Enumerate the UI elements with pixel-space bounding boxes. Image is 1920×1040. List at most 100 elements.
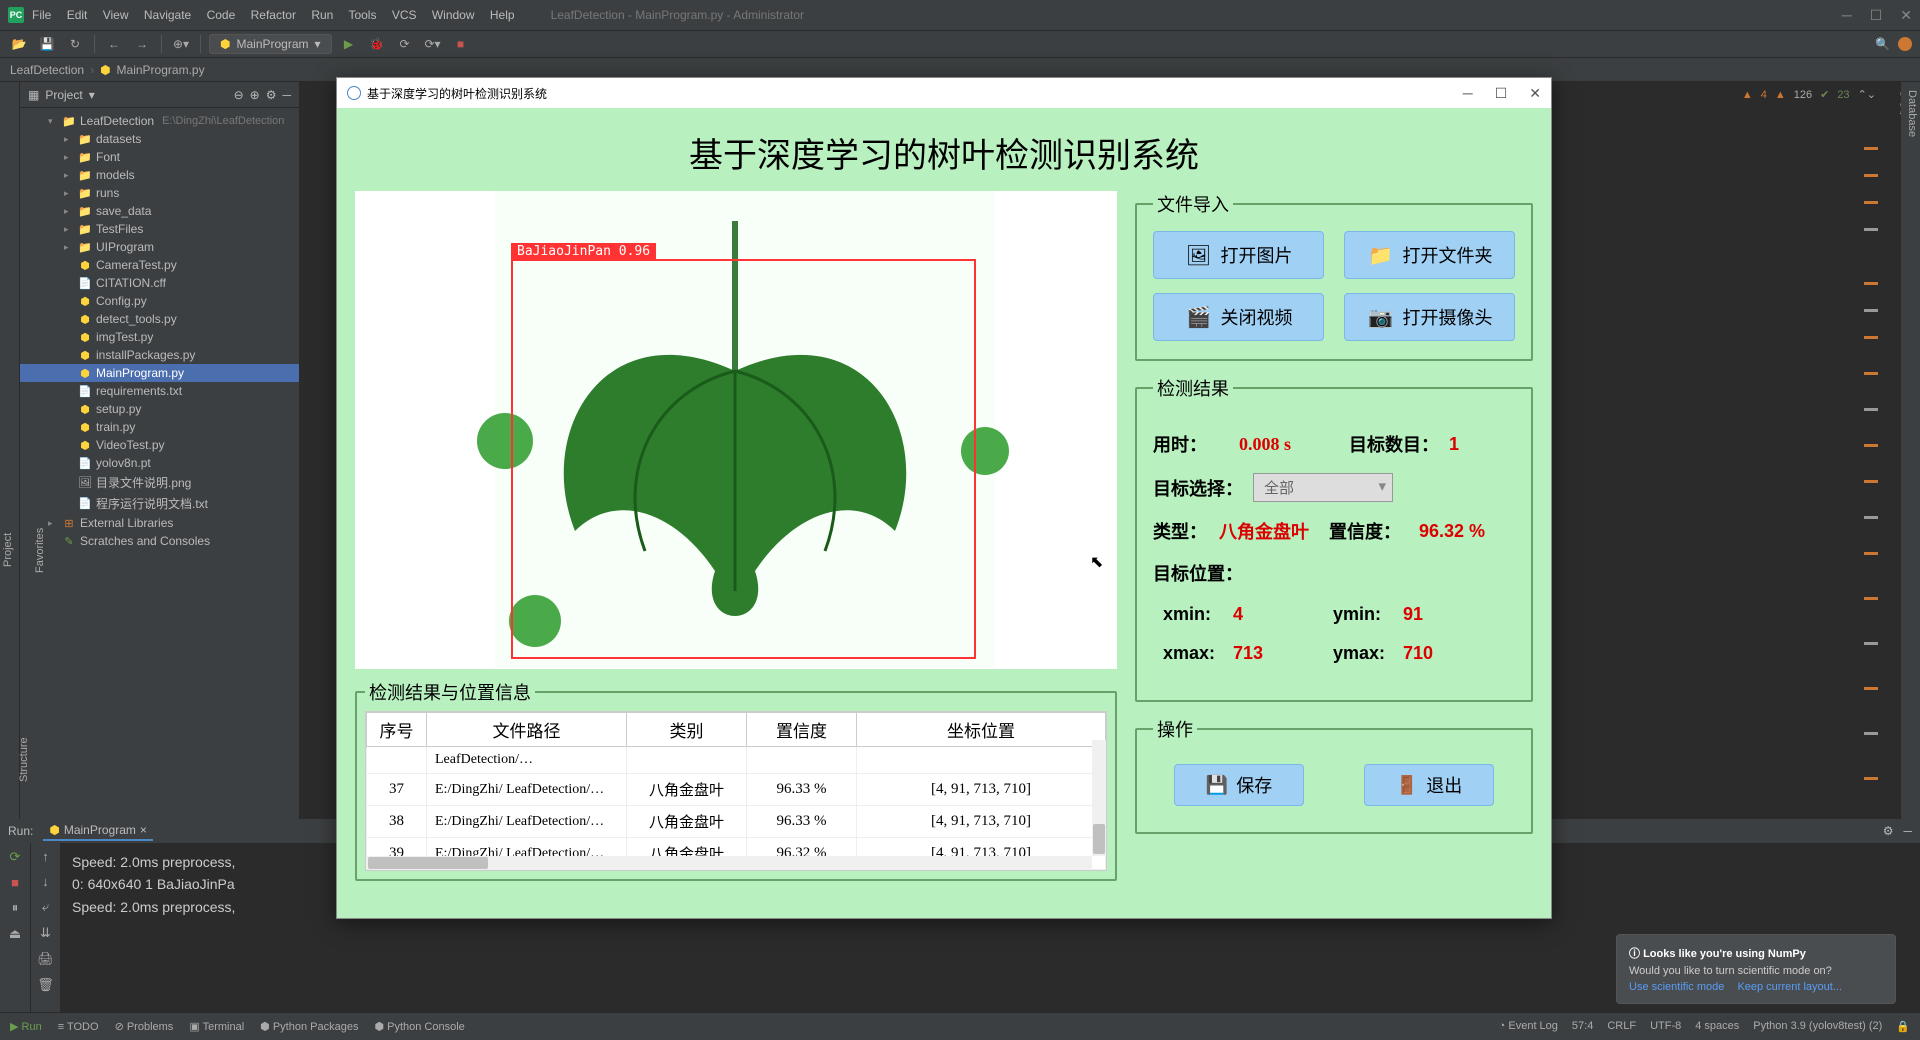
- tree-file[interactable]: ⬢installPackages.py: [20, 346, 299, 364]
- table-scrollbar-horizontal[interactable]: [366, 856, 1092, 870]
- menu-navigate[interactable]: Navigate: [144, 8, 191, 22]
- tree-file-selected[interactable]: ⬢MainProgram.py: [20, 364, 299, 382]
- terminal-button[interactable]: ▣ Terminal: [189, 1020, 244, 1033]
- todo-button[interactable]: ≡ TODO: [58, 1021, 99, 1033]
- hide-icon[interactable]: ─: [282, 88, 291, 102]
- stop-icon[interactable]: ■: [450, 34, 472, 54]
- results-table[interactable]: 序号 文件路径 类别 置信度 坐标位置 LeafDetection/… 37: [366, 712, 1106, 870]
- maximize-icon[interactable]: ☐: [1870, 7, 1883, 24]
- tree-root[interactable]: ▾📁 LeafDetection E:\DingZhi\LeafDetectio…: [20, 112, 299, 130]
- table-row[interactable]: 38 E:/DingZhi/ LeafDetection/… 八角金盘叶 96.…: [367, 806, 1106, 838]
- python-console-button[interactable]: ⬢ Python Console: [374, 1020, 464, 1033]
- breadcrumb-root[interactable]: LeafDetection: [10, 63, 84, 77]
- status-position[interactable]: 57:4: [1572, 1020, 1593, 1033]
- search-icon[interactable]: 🔍: [1875, 37, 1890, 51]
- scroll-icon[interactable]: ⇊: [40, 925, 51, 941]
- wrap-icon[interactable]: ⤶: [42, 899, 49, 915]
- python-packages-button[interactable]: ⬢ Python Packages: [260, 1020, 358, 1033]
- forward-icon[interactable]: →: [131, 34, 153, 54]
- tree-folder[interactable]: ▸📁models: [20, 166, 299, 184]
- run-tab-active[interactable]: ⬢ MainProgram ×: [43, 821, 153, 841]
- menu-edit[interactable]: Edit: [67, 8, 88, 22]
- tree-folder[interactable]: ▸📁UIProgram: [20, 238, 299, 256]
- avatar-icon[interactable]: [1898, 37, 1912, 51]
- notif-link-keep[interactable]: Keep current layout...: [1737, 981, 1842, 993]
- editor-inspections[interactable]: ▲4 ▲126 ✔23 ⌃⌄: [1742, 88, 1876, 101]
- status-indent[interactable]: 4 spaces: [1695, 1020, 1739, 1033]
- tree-file[interactable]: ⬢detect_tools.py: [20, 310, 299, 328]
- profile-icon[interactable]: ⟳▾: [422, 34, 444, 54]
- up-icon[interactable]: ↑: [42, 849, 49, 864]
- minimize-icon[interactable]: ─: [1842, 7, 1852, 24]
- close-tab-icon[interactable]: ×: [140, 823, 147, 837]
- tree-file[interactable]: ⬢train.py: [20, 418, 299, 436]
- menu-tools[interactable]: Tools: [348, 8, 376, 22]
- menu-window[interactable]: Window: [432, 8, 475, 22]
- open-camera-button[interactable]: 📷 打开摄像头: [1344, 293, 1515, 341]
- tree-folder[interactable]: ▸📁TestFiles: [20, 220, 299, 238]
- chevron-updown-icon[interactable]: ⌃⌄: [1858, 88, 1876, 101]
- run-icon[interactable]: ▶: [338, 34, 360, 54]
- collapse-icon[interactable]: ⊖: [234, 88, 244, 102]
- tree-file[interactable]: ⬢Config.py: [20, 292, 299, 310]
- chevron-down-icon[interactable]: ▾: [89, 88, 95, 102]
- open-image-button[interactable]: 🖼 打开图片: [1153, 231, 1324, 279]
- menu-code[interactable]: Code: [207, 8, 236, 22]
- app-minimize-icon[interactable]: ─: [1463, 85, 1473, 102]
- tree-file[interactable]: 📄CITATION.cff: [20, 274, 299, 292]
- back-icon[interactable]: ←: [103, 34, 125, 54]
- coverage-icon[interactable]: ⟳: [394, 34, 416, 54]
- tree-file[interactable]: ⬢imgTest.py: [20, 328, 299, 346]
- menu-run[interactable]: Run: [311, 8, 333, 22]
- print-icon[interactable]: 🖨: [37, 951, 54, 967]
- app-maximize-icon[interactable]: ☐: [1495, 85, 1508, 102]
- close-icon[interactable]: ✕: [1900, 7, 1912, 24]
- tree-file[interactable]: 🖼目录文件说明.png: [20, 472, 299, 493]
- app-close-icon[interactable]: ✕: [1529, 85, 1541, 102]
- tree-file[interactable]: ⬢CameraTest.py: [20, 256, 299, 274]
- tree-file[interactable]: 📄程序运行说明文档.txt: [20, 493, 299, 514]
- event-log-button[interactable]: ◔ Event Log: [1499, 1020, 1558, 1033]
- save-button[interactable]: 💾 保存: [1174, 764, 1304, 806]
- table-header[interactable]: 文件路径: [427, 713, 627, 747]
- down-icon[interactable]: ↓: [42, 874, 49, 889]
- lock-icon[interactable]: 🔒: [1896, 1020, 1910, 1033]
- table-scrollbar-vertical[interactable]: [1092, 740, 1106, 856]
- exit-icon[interactable]: ⏏: [9, 926, 21, 942]
- rerun-icon[interactable]: ⟳: [10, 849, 21, 865]
- tree-file[interactable]: ⬢VideoTest.py: [20, 436, 299, 454]
- table-row-partial[interactable]: LeafDetection/…: [367, 747, 1106, 774]
- table-header[interactable]: 坐标位置: [857, 713, 1106, 747]
- tree-folder[interactable]: ▸📁Font: [20, 148, 299, 166]
- run-button[interactable]: ▶ Run: [10, 1020, 42, 1033]
- minimize-panel-icon[interactable]: ─: [1903, 824, 1912, 838]
- menu-vcs[interactable]: VCS: [392, 8, 417, 22]
- table-row[interactable]: 37 E:/DingZhi/ LeafDetection/… 八角金盘叶 96.…: [367, 774, 1106, 806]
- exit-button[interactable]: 🚪 退出: [1364, 764, 1494, 806]
- tree-file[interactable]: 📄requirements.txt: [20, 382, 299, 400]
- tree-external-libs[interactable]: ▸⊞External Libraries: [20, 514, 299, 532]
- problems-button[interactable]: ⊘ Problems: [115, 1020, 174, 1033]
- status-encoding[interactable]: UTF-8: [1650, 1020, 1681, 1033]
- status-interpreter[interactable]: Python 3.9 (yolov8test) (2): [1753, 1020, 1882, 1033]
- table-header[interactable]: 置信度: [747, 713, 857, 747]
- tree-file[interactable]: ⬢setup.py: [20, 400, 299, 418]
- tree-folder[interactable]: ▸📁runs: [20, 184, 299, 202]
- debug-icon[interactable]: 🐞: [366, 34, 388, 54]
- status-eol[interactable]: CRLF: [1607, 1020, 1636, 1033]
- tree-file[interactable]: 📄yolov8n.pt: [20, 454, 299, 472]
- menu-refactor[interactable]: Refactor: [251, 8, 296, 22]
- open-folder-button[interactable]: 📁 打开文件夹: [1344, 231, 1515, 279]
- tree-folder[interactable]: ▸📁save_data: [20, 202, 299, 220]
- menu-help[interactable]: Help: [490, 8, 515, 22]
- breadcrumb-file[interactable]: MainProgram.py: [117, 63, 205, 77]
- run-config-selector[interactable]: ⬢ MainProgram ▾: [209, 34, 332, 54]
- notif-link-scientific[interactable]: Use scientific mode: [1629, 981, 1724, 993]
- pause-icon[interactable]: ⏸: [12, 900, 19, 916]
- add-config-icon[interactable]: ⊕▾: [170, 34, 192, 54]
- tree-scratches[interactable]: ✎Scratches and Consoles: [20, 532, 299, 550]
- settings-icon[interactable]: ⚙: [266, 88, 277, 102]
- menu-file[interactable]: File: [32, 8, 51, 22]
- stop-icon[interactable]: ■: [11, 875, 19, 890]
- open-icon[interactable]: 📂: [8, 34, 30, 54]
